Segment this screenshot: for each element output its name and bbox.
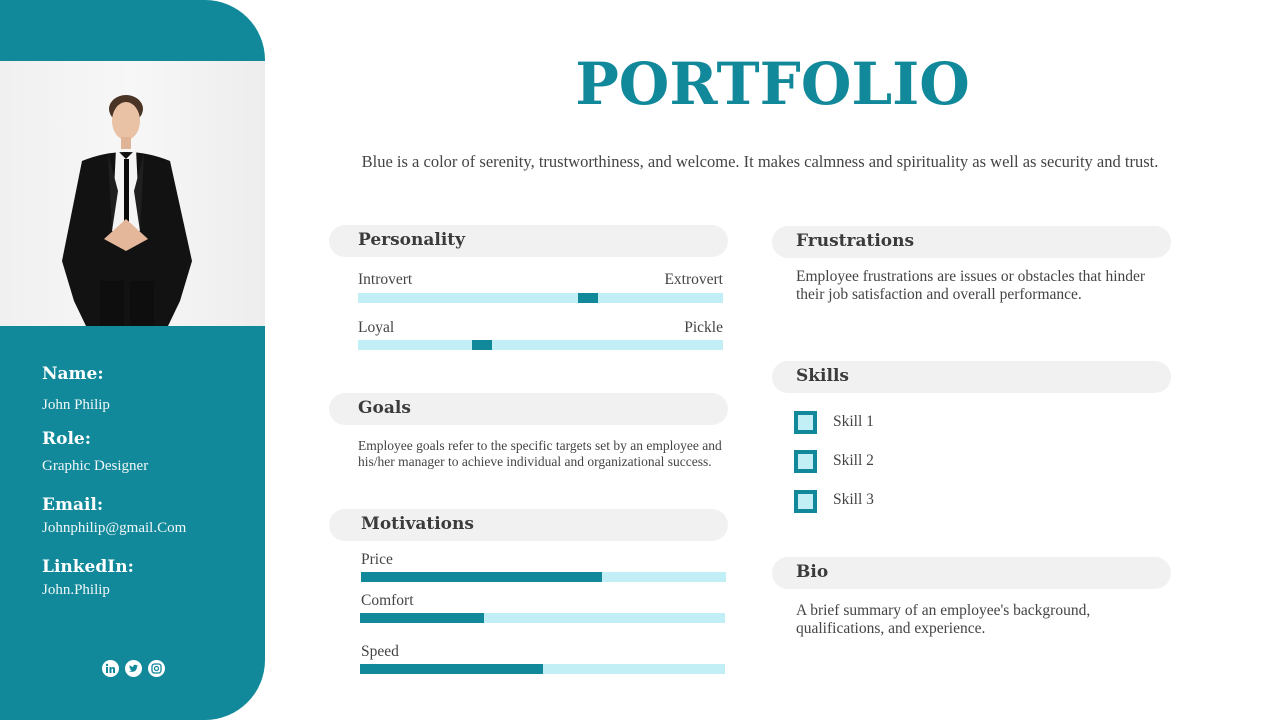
name-label: Name: — [42, 364, 104, 384]
motivation-fill — [360, 613, 485, 623]
page-subtitle: Blue is a color of serenity, trustworthi… — [361, 152, 1159, 171]
personality-scale-loyal-pickle — [358, 340, 723, 350]
frustrations-heading: Frustrations — [796, 231, 915, 251]
frustrations-header: Frustrations — [772, 226, 1171, 258]
profile-sidebar: Name: John Philip Role: Graphic Designer… — [0, 0, 265, 720]
info-email-value-wrap: Johnphilip@gmail.Com — [42, 520, 186, 537]
skill-label: Skill 1 — [833, 413, 874, 430]
skill-checkbox[interactable] — [794, 490, 817, 513]
scale-left-label: Introvert — [358, 271, 413, 288]
linkedin-label: LinkedIn: — [42, 557, 134, 577]
info-email: Email: — [42, 495, 103, 515]
person-image — [62, 95, 192, 326]
skill-label: Skill 2 — [833, 452, 874, 469]
bio-heading: Bio — [796, 562, 829, 582]
info-linkedin-value-wrap: John.Philip — [42, 582, 110, 599]
motivation-label: Speed — [361, 643, 399, 660]
goals-heading: Goals — [358, 398, 411, 418]
social-links — [102, 660, 165, 677]
twitter-icon[interactable] — [125, 660, 142, 677]
frustrations-text: Employee frustrations are issues or obst… — [796, 268, 1146, 303]
info-role-value-wrap: Graphic Designer — [42, 458, 148, 475]
info-role: Role: — [42, 429, 91, 449]
role-value: Graphic Designer — [42, 458, 149, 474]
bio-header: Bio — [772, 557, 1171, 589]
email-value[interactable]: Johnphilip@gmail.Com — [42, 520, 186, 537]
skill-checkbox[interactable] — [794, 411, 817, 434]
bio-text: A brief summary of an employee's backgro… — [796, 602, 1091, 637]
role-label: Role: — [42, 429, 92, 449]
scale-marker — [472, 340, 492, 350]
skill-label: Skill 3 — [833, 491, 874, 508]
linkedin-value[interactable]: John.Philip — [42, 582, 110, 599]
personality-scale-introvert-extrovert — [358, 293, 723, 303]
name-value: John Philip — [42, 397, 110, 413]
linkedin-icon[interactable] — [102, 660, 119, 677]
personality-header: Personality — [329, 225, 728, 257]
goals-header: Goals — [329, 393, 728, 425]
scale-marker — [578, 293, 598, 303]
skill-checkbox[interactable] — [794, 450, 817, 473]
page-title: PORTFOLIO — [575, 50, 970, 118]
info-name: Name: — [42, 364, 104, 384]
motivation-bar-comfort — [360, 613, 725, 623]
skills-heading: Skills — [796, 366, 850, 386]
scale-right-label: Extrovert — [664, 271, 723, 288]
goals-text: Employee goals refer to the specific tar… — [358, 438, 722, 469]
scale-right-label: Pickle — [684, 319, 723, 336]
personality-heading: Personality — [358, 230, 466, 250]
skills-header: Skills — [772, 361, 1171, 393]
info-name-value-wrap: John Philip — [42, 397, 110, 414]
motivations-heading: Motivations — [361, 514, 474, 534]
motivation-label: Price — [361, 551, 393, 568]
email-label: Email: — [42, 495, 104, 515]
motivation-bar-speed — [360, 664, 725, 674]
profile-photo — [0, 61, 265, 326]
scale-left-label: Loyal — [358, 319, 395, 336]
motivation-fill — [360, 664, 543, 674]
motivation-fill — [361, 572, 602, 582]
instagram-icon[interactable] — [148, 660, 165, 677]
info-linkedin: LinkedIn: — [42, 557, 134, 577]
motivations-header: Motivations — [329, 509, 728, 541]
motivation-label: Comfort — [361, 592, 414, 609]
motivation-bar-price — [361, 572, 726, 582]
